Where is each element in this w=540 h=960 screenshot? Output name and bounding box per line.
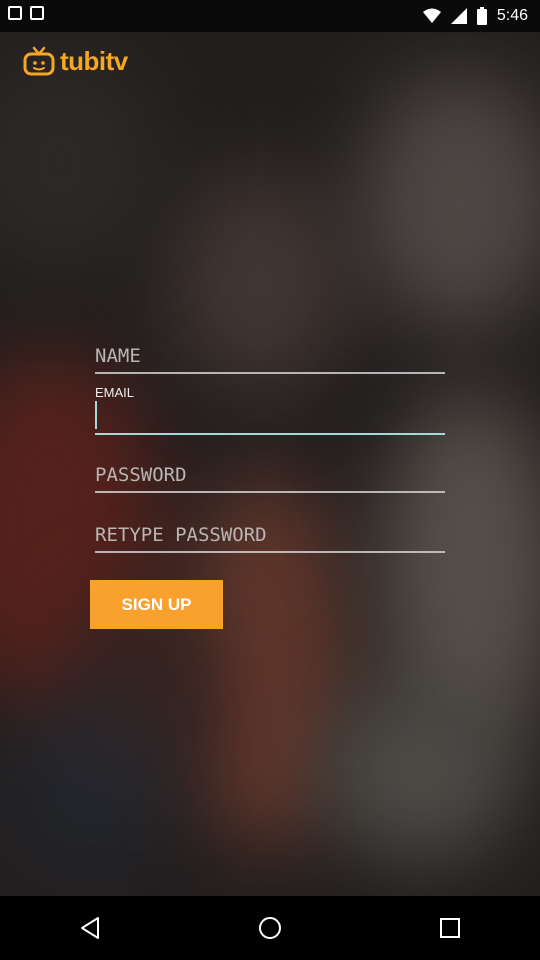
battery-icon — [476, 7, 487, 25]
email-input[interactable] — [95, 401, 445, 429]
logo-text: tubitv — [60, 45, 128, 76]
name-input[interactable] — [95, 342, 445, 370]
notification-square-icon — [8, 6, 22, 20]
retype-password-field[interactable] — [95, 521, 445, 553]
password-underline — [95, 491, 445, 493]
name-underline — [95, 372, 445, 374]
name-field[interactable] — [95, 342, 445, 374]
sign-up-button[interactable]: SIGN UP — [90, 580, 223, 629]
status-bar: 5:46 — [0, 0, 540, 32]
back-button[interactable] — [60, 898, 120, 958]
tubitv-logo: tubitv — [22, 44, 128, 78]
retype-password-underline — [95, 551, 445, 553]
password-input[interactable] — [95, 461, 445, 489]
email-label: EMAIL — [95, 385, 135, 400]
password-field[interactable] — [95, 461, 445, 493]
status-time: 5:46 — [496, 7, 528, 24]
tv-logo-icon — [23, 46, 55, 76]
wifi-icon — [422, 8, 441, 23]
cell-signal-icon — [450, 8, 467, 24]
email-underline — [95, 433, 445, 435]
back-icon — [81, 917, 99, 939]
navigation-bar — [0, 896, 540, 960]
home-button[interactable] — [240, 898, 300, 958]
retype-password-input[interactable] — [95, 521, 445, 549]
notification-area — [8, 6, 44, 20]
recents-icon — [440, 918, 460, 938]
email-field[interactable] — [95, 401, 445, 435]
status-icons: 5:46 — [422, 0, 528, 32]
text-cursor — [95, 401, 97, 429]
home-icon — [259, 917, 281, 939]
recents-button[interactable] — [420, 898, 480, 958]
notification-square-icon — [30, 6, 44, 20]
